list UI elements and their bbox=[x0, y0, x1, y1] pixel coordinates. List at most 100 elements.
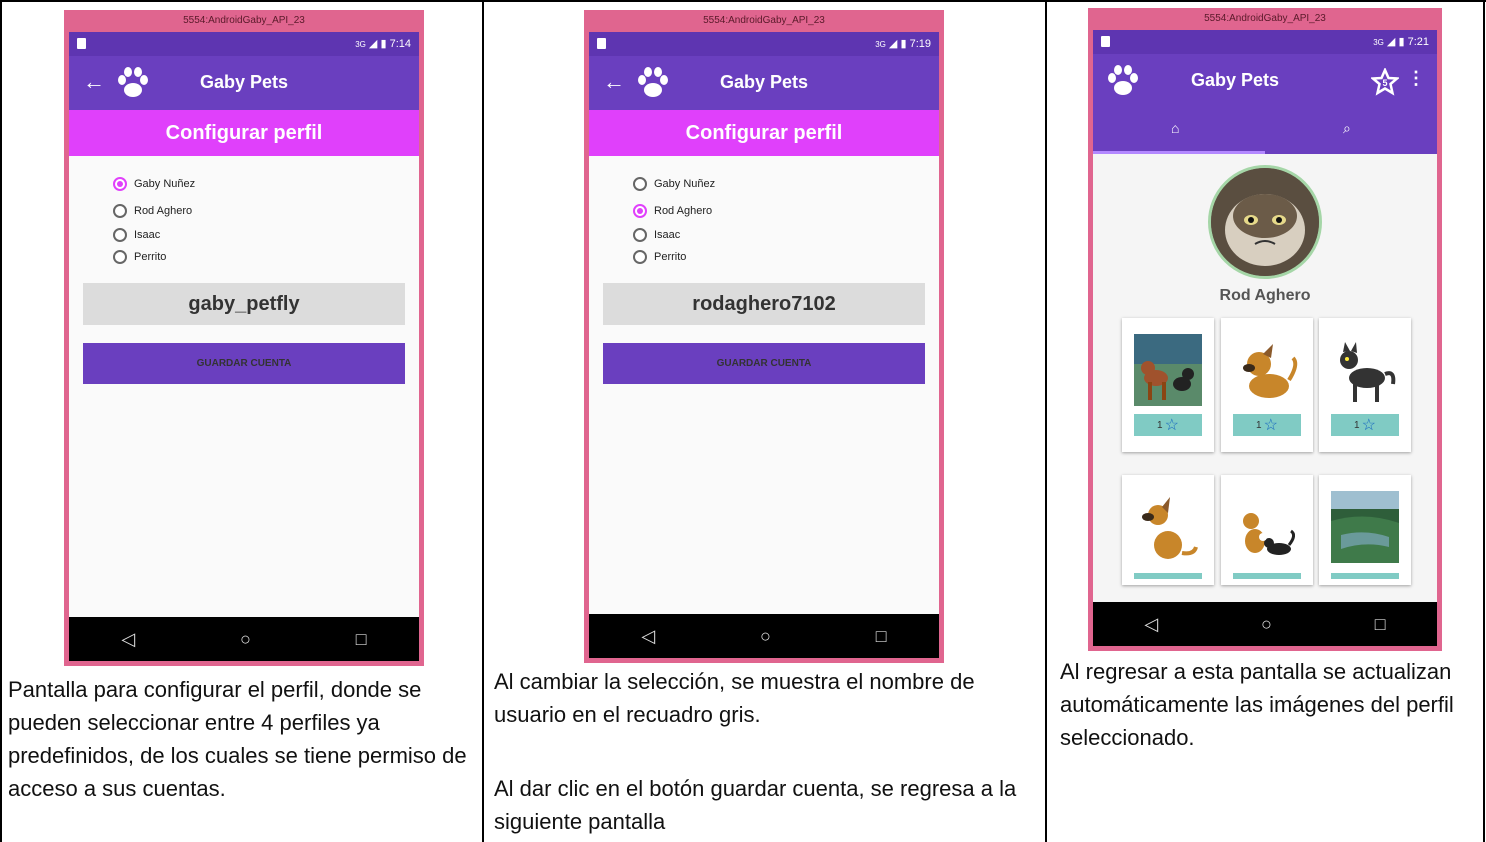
android-nav-bar: ◁ ○ □ bbox=[69, 617, 419, 661]
screen-title: Configurar perfil bbox=[69, 110, 419, 156]
square-recents-icon[interactable]: □ bbox=[356, 629, 367, 650]
app-title: Gaby Pets bbox=[719, 72, 809, 92]
save-account-button[interactable]: GUARDAR CUENTA bbox=[603, 343, 925, 384]
square-recents-icon[interactable]: □ bbox=[1375, 614, 1386, 635]
radio-isaac[interactable]: Isaac bbox=[113, 224, 195, 246]
grumpy-cat-image bbox=[1211, 168, 1319, 276]
rating-bar bbox=[1233, 573, 1301, 579]
phone-screen: 3G ◢ ▮ 7:14 ← Gaby Pets Configurar perfi… bbox=[69, 32, 419, 661]
status-right: 3G ◢ ▮ 7:19 bbox=[875, 36, 931, 53]
favorites-badge: 5 bbox=[1382, 78, 1387, 88]
app-toolbar: ← Gaby Pets bbox=[589, 56, 939, 110]
android-nav-bar: ◁ ○ □ bbox=[1093, 602, 1437, 646]
cartoon-dog-image bbox=[1243, 344, 1298, 398]
signal-label: 3G bbox=[355, 40, 366, 49]
app-toolbar: ← Gaby Pets bbox=[69, 56, 419, 110]
clock: 7:19 bbox=[909, 38, 931, 50]
caption-1: Pantalla para configurar el perfil, dond… bbox=[8, 677, 467, 801]
rating-count: 1 bbox=[1354, 419, 1360, 431]
pet-card[interactable]: 1 ☆ bbox=[1221, 318, 1313, 452]
sd-card-icon bbox=[597, 38, 606, 49]
pet-card[interactable] bbox=[1122, 475, 1214, 585]
radio-rod[interactable]: Rod Aghero bbox=[633, 197, 715, 224]
more-vert-icon[interactable]: ⋮ bbox=[1407, 68, 1425, 89]
radio-circle[interactable] bbox=[633, 176, 647, 191]
app-title: Gaby Pets bbox=[199, 72, 289, 92]
radio-label: Rod Aghero bbox=[134, 204, 193, 217]
radio-label: Perrito bbox=[654, 251, 687, 263]
cartoon-cat-image bbox=[1340, 342, 1396, 402]
radio-rod[interactable]: Rod Aghero bbox=[113, 197, 195, 224]
sd-card-icon bbox=[1101, 36, 1110, 47]
radio-perrito[interactable]: Perrito bbox=[633, 246, 715, 268]
tab-indicator bbox=[1093, 151, 1265, 154]
signal-icon: ◢ bbox=[1386, 36, 1396, 48]
clock: 7:14 bbox=[389, 38, 411, 50]
radio-circle[interactable] bbox=[113, 228, 127, 242]
circle-home-icon[interactable]: ○ bbox=[760, 626, 771, 647]
rating-count: 1 bbox=[1256, 419, 1262, 431]
status-right: 3G ◢ ▮ 7:14 bbox=[355, 36, 411, 53]
radio-circle[interactable] bbox=[113, 203, 127, 218]
emulator-window-3: 5554:AndroidGaby_API_23 3G ◢ ▮ 7:21 Gaby… bbox=[1088, 8, 1442, 651]
radio-circle[interactable] bbox=[633, 250, 647, 264]
clock: 7:21 bbox=[1407, 36, 1429, 48]
status-bar: 3G ◢ ▮ 7:14 bbox=[69, 32, 419, 56]
rating-bar bbox=[1331, 573, 1399, 579]
search-icon[interactable]: ⌕ bbox=[1343, 120, 1351, 137]
rating-count: 1 bbox=[1157, 419, 1163, 431]
profile-radio-group: Gaby Nuñez Rod Aghero Isaac Perrito bbox=[113, 170, 195, 268]
pet-card[interactable]: 1 ☆ bbox=[1319, 318, 1411, 452]
radio-isaac[interactable]: Isaac bbox=[633, 224, 715, 246]
circle-home-icon[interactable]: ○ bbox=[1261, 614, 1272, 635]
home-icon[interactable]: ⌂ bbox=[1171, 120, 1179, 136]
profile-radio-group: Gaby Nuñez Rod Aghero Isaac Perrito bbox=[633, 170, 715, 268]
star-icon[interactable]: 5 bbox=[1371, 68, 1399, 96]
radio-circle[interactable] bbox=[633, 203, 647, 218]
rating-bar: 1 ☆ bbox=[1134, 414, 1202, 436]
status-right: 3G ◢ ▮ 7:21 bbox=[1373, 34, 1429, 51]
star-icon[interactable]: ☆ bbox=[1165, 415, 1179, 435]
table-right-border bbox=[1483, 0, 1485, 842]
triangle-back-icon[interactable]: ◁ bbox=[1144, 614, 1158, 635]
pet-card[interactable] bbox=[1221, 475, 1313, 585]
app-toolbar: Gaby Pets 5 ⋮ bbox=[1093, 54, 1437, 108]
profile-name: Rod Aghero bbox=[1219, 287, 1311, 304]
radio-perrito[interactable]: Perrito bbox=[113, 246, 195, 268]
radio-gaby[interactable]: Gaby Nuñez bbox=[113, 170, 195, 197]
caption-3: Al regresar a esta pantalla se actualiza… bbox=[1060, 659, 1454, 750]
android-nav-bar: ◁ ○ □ bbox=[589, 614, 939, 658]
sd-card-icon bbox=[77, 38, 86, 49]
circle-home-icon[interactable]: ○ bbox=[240, 629, 251, 650]
caption-2b: Al dar clic en el botón guardar cuenta, … bbox=[494, 776, 1017, 834]
rating-bar bbox=[1134, 573, 1202, 579]
signal-label: 3G bbox=[1373, 38, 1384, 47]
save-account-button[interactable]: GUARDAR CUENTA bbox=[83, 343, 405, 384]
radio-circle[interactable] bbox=[113, 250, 127, 264]
emulator-window-1: 5554:AndroidGaby_API_23 3G ◢ ▮ 7:14 ← Ga… bbox=[64, 10, 424, 666]
pet-card[interactable]: 1 ☆ bbox=[1122, 318, 1214, 452]
emulator-title: 5554:AndroidGaby_API_23 bbox=[183, 15, 305, 26]
rating-bar: 1 ☆ bbox=[1331, 414, 1399, 436]
triangle-back-icon[interactable]: ◁ bbox=[121, 629, 135, 650]
battery-icon: ▮ bbox=[1398, 36, 1405, 48]
radio-circle[interactable] bbox=[633, 228, 647, 242]
radio-label: Gaby Nuñez bbox=[654, 177, 716, 190]
status-bar: 3G ◢ ▮ 7:21 bbox=[1093, 30, 1437, 54]
radio-circle[interactable] bbox=[113, 176, 127, 191]
signal-icon: ◢ bbox=[368, 38, 378, 50]
radio-label: Isaac bbox=[654, 229, 681, 241]
star-icon[interactable]: ☆ bbox=[1264, 415, 1278, 435]
landscape-image bbox=[1331, 491, 1399, 563]
radio-label: Perrito bbox=[134, 251, 167, 263]
rating-bar: 1 ☆ bbox=[1233, 414, 1301, 436]
emulator-window-2: 5554:AndroidGaby_API_23 3G ◢ ▮ 7:19 ← Ga… bbox=[584, 10, 944, 663]
username-display: gaby_petfly bbox=[83, 283, 405, 325]
star-icon[interactable]: ☆ bbox=[1362, 415, 1376, 435]
triangle-back-icon[interactable]: ◁ bbox=[641, 626, 655, 647]
radio-gaby[interactable]: Gaby Nuñez bbox=[633, 170, 715, 197]
status-bar: 3G ◢ ▮ 7:19 bbox=[589, 32, 939, 56]
dog-and-cat-scene-image bbox=[1134, 334, 1202, 406]
pet-card[interactable] bbox=[1319, 475, 1411, 585]
square-recents-icon[interactable]: □ bbox=[876, 626, 887, 647]
